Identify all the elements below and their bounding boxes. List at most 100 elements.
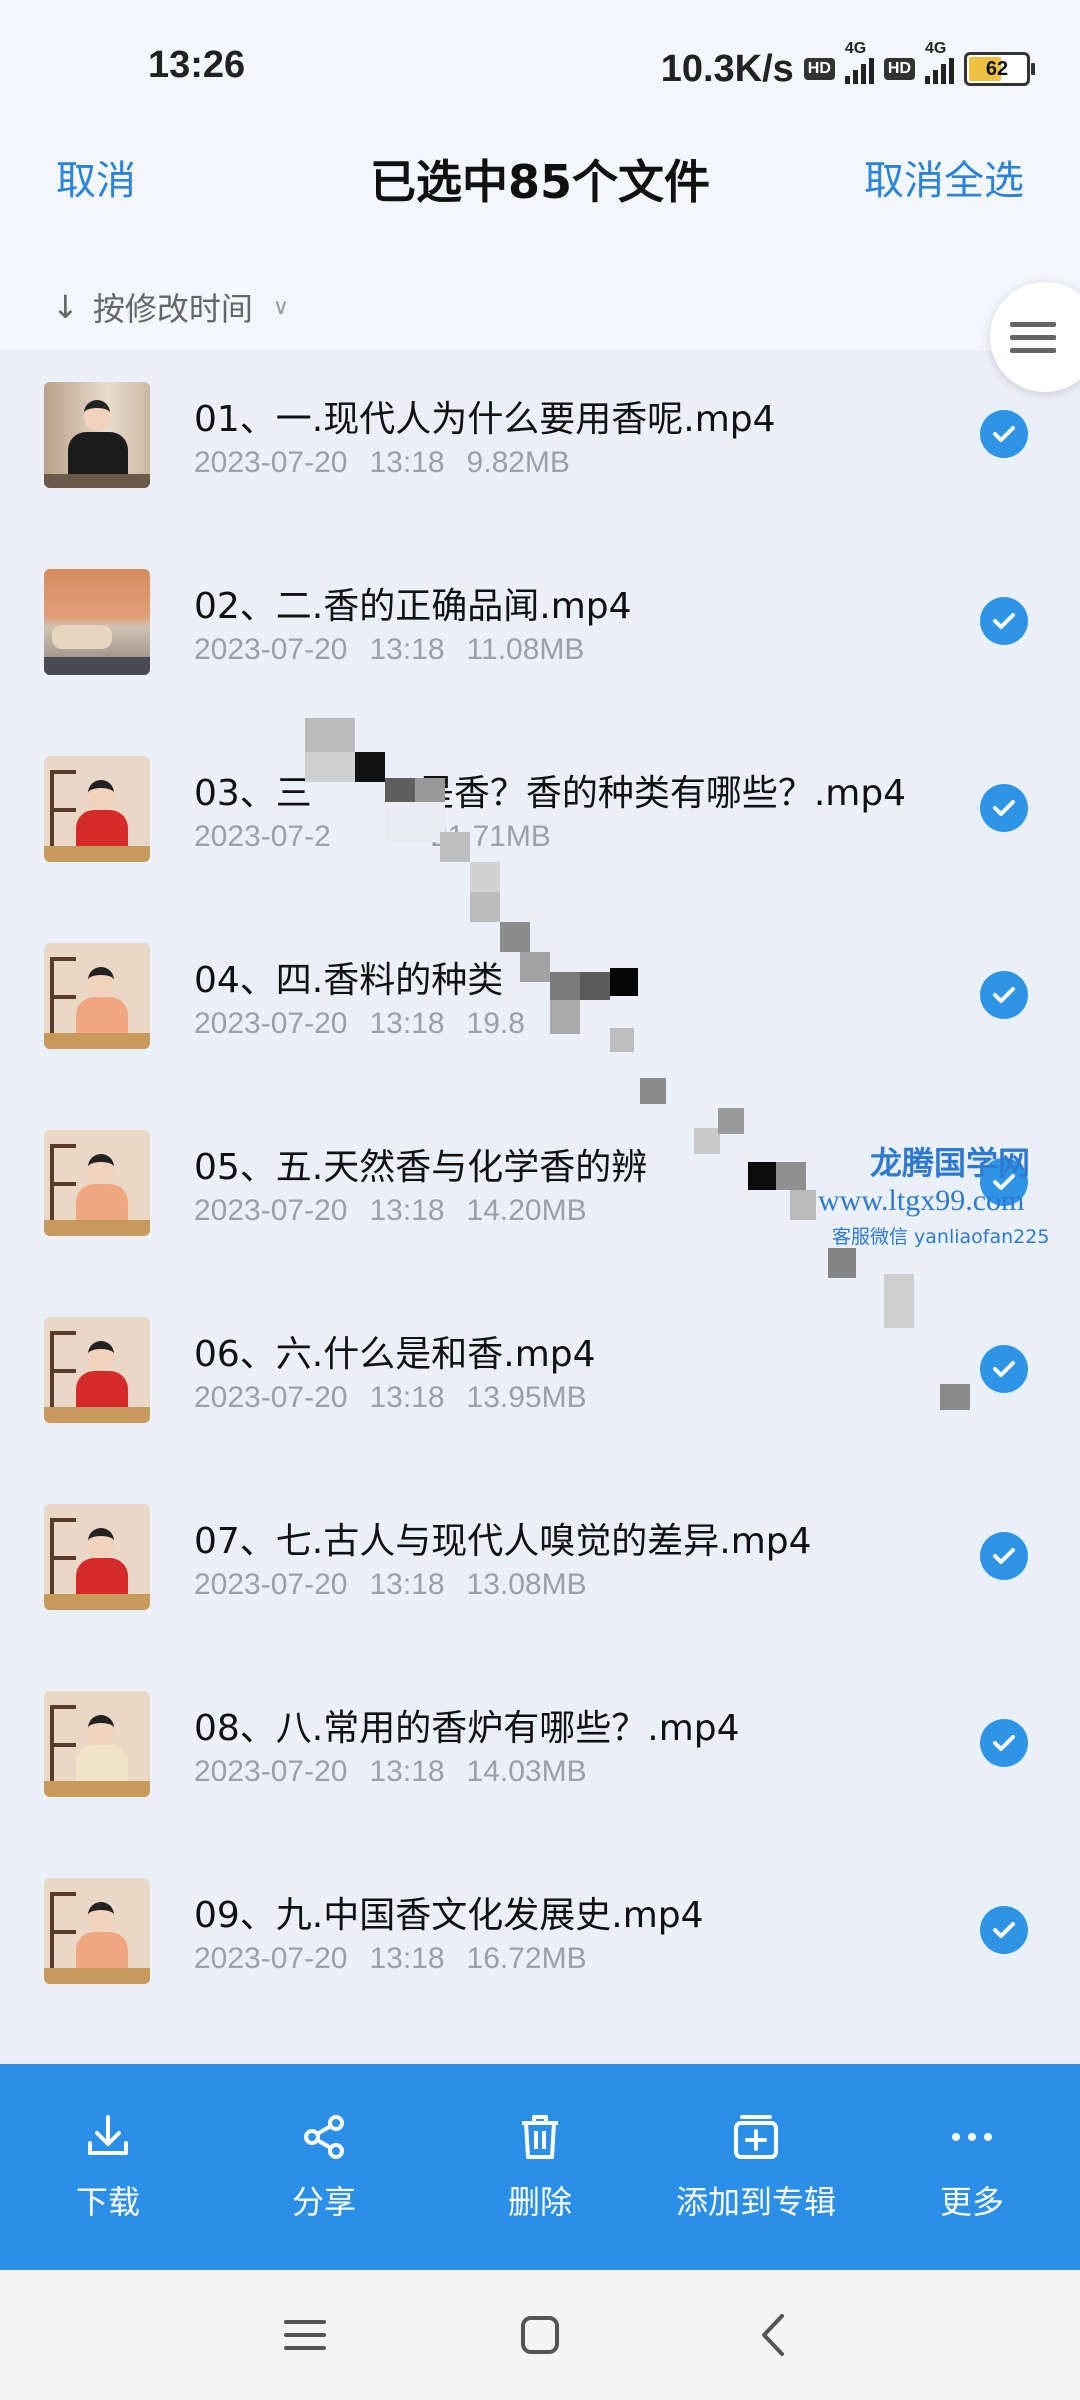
- status-time: 13:26: [148, 44, 246, 86]
- download-label: 下载: [75, 2183, 140, 2221]
- menu-icon: [1010, 321, 1056, 353]
- hd-badge: HD: [883, 58, 915, 80]
- file-date: 2023-07-20: [194, 1755, 348, 1788]
- file-size: 16.72MB: [466, 1942, 587, 1975]
- delete-button[interactable]: 删除: [440, 2077, 640, 2257]
- sort-dropdown[interactable]: ↓ 按修改时间 ∨: [52, 284, 289, 330]
- checkbox-checked-icon[interactable]: [980, 410, 1028, 458]
- file-date: 2023-07-20: [194, 1568, 348, 1601]
- file-meta: 2023-07-20 13:18 16.72MB: [194, 1942, 609, 1976]
- app-screen: 13:26 10.3K/s HD 4G HD 4G 62 取消 已选中85个文件…: [0, 0, 1080, 2400]
- action-toolbar: 下载 分享 删除 添加到专辑 更多: [0, 2064, 1080, 2270]
- checkbox-checked-icon[interactable]: [980, 784, 1028, 832]
- file-name: 06、六.什么是和香.mp4: [194, 1334, 596, 1375]
- file-date: 2023-07-20: [194, 1194, 348, 1227]
- checkbox-checked-icon[interactable]: [980, 971, 1028, 1019]
- file-date: 2023-07-20: [194, 1381, 348, 1414]
- video-thumbnail: [44, 1691, 150, 1797]
- add-album-label: 添加到专辑: [675, 2183, 836, 2221]
- file-size: 14.03MB: [466, 1755, 587, 1788]
- download-button[interactable]: 下载: [8, 2077, 208, 2257]
- file-size: 9.82MB: [466, 446, 570, 479]
- file-name: 07、七.古人与现代人嗅觉的差异.mp4: [194, 1521, 812, 1562]
- file-date: 2023-07-20: [194, 1942, 348, 1975]
- battery-level: 62: [985, 57, 1009, 80]
- more-label: 更多: [939, 2183, 1004, 2221]
- file-date: 2023-07-2: [194, 820, 331, 853]
- file-meta: 2023-07-20 13:18 13.95MB: [194, 1381, 609, 1415]
- checkbox-checked-icon[interactable]: [980, 1345, 1028, 1393]
- deselect-all-button[interactable]: 取消全选: [864, 148, 1024, 206]
- file-meta: 2023-07-2 21.71MB: [194, 820, 573, 854]
- sort-label: 按修改时间: [92, 290, 253, 328]
- file-row[interactable]: 07、七.古人与现代人嗅觉的差异.mp4 2023-07-20 13:18 13.0…: [0, 1472, 1080, 1659]
- home-icon[interactable]: [515, 2310, 565, 2360]
- sort-arrow-icon: ↓: [52, 288, 79, 326]
- file-time: 13:18: [369, 1381, 445, 1414]
- file-row[interactable]: 01、一.现代人为什么要用香呢.mp4 2023-07-20 13:18 9.82M…: [0, 350, 1080, 537]
- file-meta: 2023-07-20 13:18 19.8: [194, 1007, 547, 1041]
- file-name: 01、一.现代人为什么要用香呢.mp4: [194, 399, 776, 440]
- video-thumbnail: [44, 569, 150, 675]
- file-time: 13:18: [369, 1568, 445, 1601]
- watermark-name: 龙腾国学网: [870, 1144, 1031, 1182]
- status-indicators: 10.3K/s HD 4G HD 4G 62: [661, 40, 1035, 94]
- file-size: 21.71MB: [430, 820, 551, 853]
- file-size: 11.08MB: [466, 633, 585, 666]
- file-meta: 2023-07-20 13:18 11.08MB: [194, 633, 606, 667]
- file-size: 13.95MB: [466, 1381, 587, 1414]
- file-size: 14.20MB: [466, 1194, 587, 1227]
- watermark: 龙腾国学网 www.ltgx99.com 客服微信 yanliaofan225: [818, 1138, 1049, 1249]
- file-name: 03、三 是香？香的种类有哪些？.mp4: [194, 773, 907, 814]
- download-icon: [88, 2115, 128, 2155]
- file-name: 08、八.常用的香炉有哪些？.mp4: [194, 1708, 740, 1749]
- video-thumbnail: [44, 382, 150, 488]
- watermark-wechat: 客服微信 yanliaofan225: [832, 1226, 1050, 1248]
- file-row[interactable]: 06、六.什么是和香.mp4 2023-07-20 13:18 13.95MB: [0, 1285, 1080, 1472]
- checkbox-checked-icon[interactable]: [980, 1719, 1028, 1767]
- signal-icon: 4G: [844, 40, 874, 84]
- file-time: 13:18: [369, 446, 445, 479]
- file-time: 13:18: [369, 1942, 445, 1975]
- more-dots-icon: [952, 2133, 992, 2141]
- file-date: 2023-07-20: [194, 446, 348, 479]
- add-to-album-button[interactable]: 添加到专辑: [656, 2077, 856, 2257]
- add-album-icon: [734, 2115, 778, 2159]
- file-date: 2023-07-20: [194, 1007, 348, 1040]
- file-meta: 2023-07-20 13:18 9.82MB: [194, 446, 592, 480]
- file-row[interactable]: 08、八.常用的香炉有哪些？.mp4 2023-07-20 13:18 14.03M…: [0, 1659, 1080, 1846]
- file-time: 13:18: [369, 1007, 445, 1040]
- share-icon: [304, 2115, 344, 2159]
- video-thumbnail: [44, 1504, 150, 1610]
- file-time: 13:18: [369, 1755, 445, 1788]
- video-thumbnail: [44, 1130, 150, 1236]
- video-thumbnail: [44, 943, 150, 1049]
- file-row[interactable]: 04、四.香料的种类 2023-07-20 13:18 19.8: [0, 911, 1080, 1098]
- file-row[interactable]: 02、二.香的正确品闻.mp4 2023-07-20 13:18 11.08MB: [0, 537, 1080, 724]
- network-type-label: 4G: [925, 40, 947, 57]
- checkbox-checked-icon[interactable]: [980, 1906, 1028, 1954]
- trash-icon: [522, 2115, 558, 2159]
- file-meta: 2023-07-20 13:18 14.03MB: [194, 1755, 609, 1789]
- file-row[interactable]: 03、三 是香？香的种类有哪些？.mp4 2023-07-2 21.71MB: [0, 724, 1080, 911]
- file-name: 09、九.中国香文化发展史.mp4: [194, 1895, 704, 1936]
- recent-apps-icon[interactable]: [280, 2310, 330, 2360]
- file-size: 19.8: [466, 1007, 525, 1040]
- video-thumbnail: [44, 756, 150, 862]
- more-button[interactable]: 更多: [872, 2077, 1072, 2257]
- hd-badge: HD: [803, 58, 835, 80]
- file-date: 2023-07-20: [194, 633, 348, 666]
- file-row[interactable]: 09、九.中国香文化发展史.mp4 2023-07-20 13:18 16.72MB: [0, 1846, 1080, 2033]
- chevron-down-icon: ∨: [272, 294, 289, 320]
- file-name: 02、二.香的正确品闻.mp4: [194, 586, 632, 627]
- file-time: 13:18: [369, 633, 445, 666]
- share-button[interactable]: 分享: [224, 2077, 424, 2257]
- checkbox-checked-icon[interactable]: [980, 597, 1028, 645]
- video-thumbnail: [44, 1317, 150, 1423]
- network-type-label: 4G: [844, 40, 867, 57]
- back-icon[interactable]: [750, 2310, 800, 2360]
- system-nav-bar: [0, 2270, 1080, 2400]
- file-meta: 2023-07-20 13:18 13.08MB: [194, 1568, 609, 1602]
- checkbox-checked-icon[interactable]: [980, 1532, 1028, 1580]
- signal-icon: 4G: [925, 40, 954, 84]
